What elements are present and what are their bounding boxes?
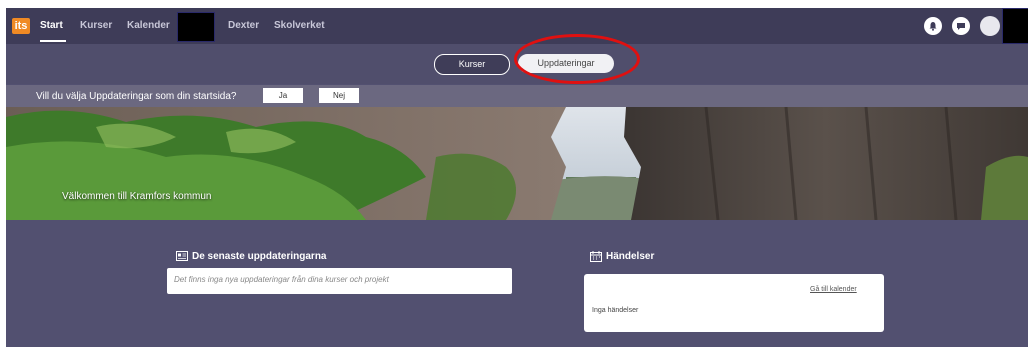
calendar-icon [590, 251, 602, 262]
canyon-landscape-image [6, 107, 1028, 220]
notifications-button[interactable] [924, 17, 942, 35]
active-tab-indicator [40, 40, 66, 42]
updates-list: Det finns inga nya uppdateringar från di… [167, 268, 512, 294]
messages-button[interactable] [952, 17, 970, 35]
nav-start[interactable]: Start [40, 20, 63, 31]
events-card: Gå till kalender Inga händelser [584, 274, 884, 332]
nav-kurser[interactable]: Kurser [80, 20, 112, 31]
nav-skolverket[interactable]: Skolverket [274, 20, 325, 31]
nav-kalender[interactable]: Kalender [127, 20, 170, 31]
hero-banner: Välkommen till Kramfors kommun [6, 107, 1028, 220]
no-button[interactable]: Nej [319, 88, 359, 103]
startpage-question: Vill du välja Uppdateringar som din star… [36, 91, 237, 102]
yes-button[interactable]: Ja [263, 88, 303, 103]
startpage-prompt-bar: Vill du välja Uppdateringar som din star… [6, 85, 1028, 107]
nav-dexter[interactable]: Dexter [228, 20, 259, 31]
go-to-calendar-link[interactable]: Gå till kalender [810, 286, 857, 293]
news-icon [176, 251, 188, 261]
no-events-text: Inga händelser [592, 307, 639, 314]
avatar[interactable] [980, 16, 1000, 36]
events-title: Händelser [606, 251, 655, 262]
courses-view-button[interactable]: Kurser [434, 54, 510, 75]
updates-empty-text: Det finns inga nya uppdateringar från di… [174, 275, 389, 284]
chat-icon [957, 23, 965, 30]
highlight-circle [514, 34, 640, 84]
redacted-user-name [1002, 8, 1028, 44]
redacted-nav-item [177, 12, 215, 42]
bell-icon [929, 22, 937, 31]
app-frame: its Start Kurser Kalender Dexter Skolver… [6, 8, 1028, 347]
its-logo[interactable]: its [12, 18, 30, 34]
updates-title: De senaste uppdateringarna [192, 251, 327, 262]
top-navigation: its Start Kurser Kalender Dexter Skolver… [6, 8, 1028, 44]
welcome-text: Välkommen till Kramfors kommun [62, 191, 212, 202]
